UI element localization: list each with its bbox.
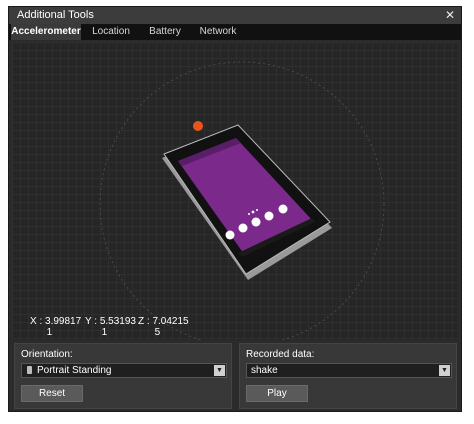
chevron-down-icon[interactable]: ▼ (439, 365, 450, 376)
rotation-handle[interactable] (193, 121, 203, 131)
orientation-label: Orientation: (21, 349, 73, 360)
tablet-model (162, 124, 332, 280)
close-icon[interactable]: ✕ (443, 7, 457, 24)
tab-accelerometer[interactable]: Accelerometer (11, 24, 81, 40)
recorded-data-label: Recorded data: (246, 349, 315, 360)
recorded-data-panel: Recorded data: shake ▼ Play (239, 343, 457, 409)
window-title: Additional Tools (17, 9, 94, 21)
phone-portrait-icon (27, 366, 32, 374)
recorded-data-value: shake (251, 365, 278, 376)
chevron-down-icon[interactable]: ▼ (214, 365, 225, 376)
device-render (99, 61, 385, 340)
tab-location[interactable]: Location (86, 24, 136, 40)
x-readout: X : 3.99817 1 (30, 316, 82, 338)
orientation-value: Portrait Standing (37, 365, 112, 376)
orientation-panel: Orientation: Portrait Standing ▼ Reset (14, 343, 232, 409)
z-readout: Z : 7.04215 5 (138, 316, 189, 338)
tab-battery[interactable]: Battery (142, 24, 188, 40)
orientation-select[interactable]: Portrait Standing ▼ (21, 363, 227, 378)
title-bar: Additional Tools ✕ (9, 7, 461, 24)
y-readout: Y : 5.53193 1 (85, 316, 136, 338)
play-button[interactable]: Play (246, 385, 308, 402)
recorded-data-select[interactable]: shake ▼ (246, 363, 452, 378)
tab-network[interactable]: Network (193, 24, 243, 40)
reset-button[interactable]: Reset (21, 385, 83, 402)
tab-bar: Accelerometer Location Battery Network (9, 24, 461, 40)
additional-tools-window: Additional Tools ✕ Accelerometer Locatio… (8, 6, 462, 412)
accelerometer-3d-view[interactable]: X : 3.99817 1 Y : 5.53193 1 Z : 7.04215 … (12, 42, 458, 340)
